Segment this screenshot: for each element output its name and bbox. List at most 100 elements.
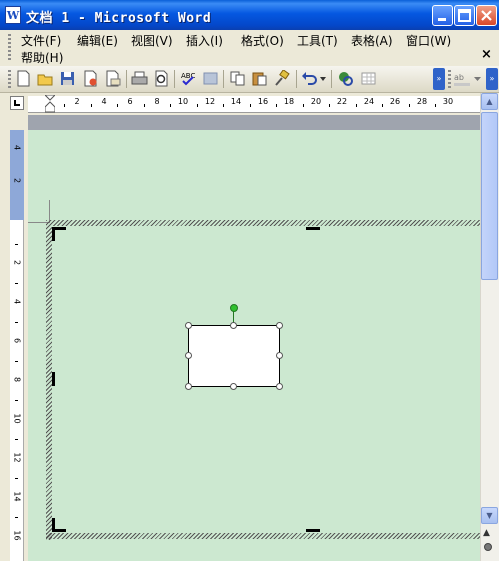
toolbar-separator [331, 70, 332, 88]
ruler-tick [170, 104, 171, 107]
resize-handle-ne[interactable] [276, 322, 283, 329]
resize-handle-nw[interactable] [185, 322, 192, 329]
ruler-tick [409, 104, 410, 107]
copy-icon[interactable] [229, 70, 246, 87]
ruler-tick-label: 30 [442, 97, 454, 106]
ruler-tick-label: 10 [12, 413, 22, 424]
canvas-resize-handle-bottom[interactable] [306, 529, 320, 532]
open-icon[interactable] [37, 70, 54, 87]
toolbar-options-chevron-icon[interactable]: » [433, 68, 445, 90]
menu-help[interactable]: 帮助(H) [21, 49, 63, 66]
format-painter-icon[interactable] [273, 70, 290, 87]
maximize-button[interactable] [454, 5, 475, 26]
ruler-tick-label: 22 [336, 97, 348, 106]
previous-page-icon[interactable]: ▲ [483, 528, 490, 538]
ruler-tick [303, 104, 304, 107]
scroll-thumb[interactable] [481, 112, 498, 280]
resize-handle-se[interactable] [276, 383, 283, 390]
menu-table[interactable]: 表格(A) [351, 32, 393, 49]
menu-edit[interactable]: 编辑(E) [77, 32, 118, 49]
chevron-up-icon: ▲ [486, 97, 493, 106]
ruler-tick-label: 20 [310, 97, 322, 106]
new-document-icon[interactable] [15, 70, 32, 87]
menu-tools[interactable]: 工具(T) [297, 32, 338, 49]
hyperlink-icon[interactable] [337, 70, 354, 87]
ruler-tick [382, 104, 383, 107]
scroll-up-button[interactable]: ▲ [481, 93, 498, 110]
toolbar-options-chevron-icon[interactable]: » [486, 68, 498, 90]
highlight-dropdown-icon[interactable] [474, 75, 481, 83]
ruler-tick-label: 8 [12, 376, 22, 383]
ruler-tick [15, 478, 18, 479]
menu-window[interactable]: 窗口(W) [406, 32, 451, 49]
toolbar-separator [223, 70, 224, 88]
spelling-icon[interactable]: ABC [180, 70, 197, 87]
resize-handle-sw[interactable] [185, 383, 192, 390]
ruler-tick-label: 16 [257, 97, 269, 106]
canvas-resize-handle-top[interactable] [306, 227, 320, 230]
ruler-tick [117, 104, 118, 107]
ruler-tick-label: 10 [177, 97, 189, 106]
permission-icon[interactable] [82, 70, 99, 87]
resize-handle-w[interactable] [185, 352, 192, 359]
resize-handle-s[interactable] [230, 383, 237, 390]
resize-handle-n[interactable] [230, 322, 237, 329]
ruler-tick [197, 104, 198, 107]
drawing-canvas-border-top[interactable] [46, 220, 480, 226]
rotate-handle[interactable] [230, 304, 238, 312]
horizontal-ruler[interactable] [28, 96, 480, 113]
ruler-tick [329, 104, 330, 107]
ruler-tick-label: 6 [127, 97, 133, 106]
menu-insert[interactable]: 插入(I) [186, 32, 223, 49]
ruler-tick-label: 4 [12, 298, 22, 305]
maximize-icon [458, 9, 471, 22]
ruler-tick-label: 12 [204, 97, 216, 106]
ruler-tick [250, 104, 251, 107]
minimize-button[interactable] [432, 5, 453, 26]
ruler-tick-label: 8 [154, 97, 160, 106]
toolbar-grip-handle[interactable] [448, 70, 451, 88]
word-app-icon[interactable]: W [5, 6, 21, 24]
select-browse-object-icon[interactable] [484, 543, 492, 551]
toolbar-grip-handle[interactable] [8, 70, 11, 88]
tab-stop-selector[interactable] [10, 96, 24, 110]
email-icon[interactable] [104, 70, 121, 87]
table-icon[interactable] [360, 70, 377, 87]
close-button[interactable] [476, 5, 497, 26]
menu-file[interactable]: 文件(F) [21, 32, 61, 49]
research-icon[interactable] [202, 70, 219, 87]
highlight-icon[interactable]: ab [454, 70, 471, 87]
print-icon[interactable] [131, 70, 148, 87]
canvas-resize-handle-tl[interactable] [52, 227, 55, 241]
toolbar-separator [126, 70, 127, 88]
paste-icon[interactable] [251, 70, 268, 87]
canvas-resize-handle-left[interactable] [52, 372, 55, 386]
drawing-canvas-border-bottom[interactable] [46, 533, 480, 539]
ruler-tick [91, 104, 92, 107]
indent-marker-icon[interactable] [45, 95, 55, 113]
ruler-tick-label: 4 [12, 144, 22, 151]
ruler-tick-label: 14 [12, 491, 22, 502]
menu-format[interactable]: 格式(O) [241, 32, 284, 49]
svg-text:ab: ab [454, 73, 464, 82]
ruler-tick-label: 26 [389, 97, 401, 106]
undo-dropdown-icon[interactable] [319, 75, 327, 83]
ruler-tick-label: 14 [230, 97, 242, 106]
menu-grip-handle[interactable] [8, 34, 11, 62]
menu-view[interactable]: 视图(V) [131, 32, 173, 49]
ruler-tick [15, 517, 18, 518]
document-close-icon[interactable]: × [481, 47, 492, 62]
rectangle-shape[interactable] [188, 325, 280, 387]
scroll-down-button[interactable]: ▼ [481, 507, 498, 524]
print-preview-icon[interactable] [153, 70, 170, 87]
undo-icon[interactable] [301, 70, 318, 87]
ruler-tick [435, 104, 436, 107]
ruler-tick-label: 24 [363, 97, 375, 106]
chevron-down-icon: ▼ [486, 511, 493, 520]
resize-handle-e[interactable] [276, 352, 283, 359]
canvas-resize-handle-bl[interactable] [52, 518, 55, 532]
ruler-tick-label: 6 [12, 337, 22, 344]
ruler-tick [276, 104, 277, 107]
save-icon[interactable] [59, 70, 76, 87]
ruler-tick [15, 361, 18, 362]
